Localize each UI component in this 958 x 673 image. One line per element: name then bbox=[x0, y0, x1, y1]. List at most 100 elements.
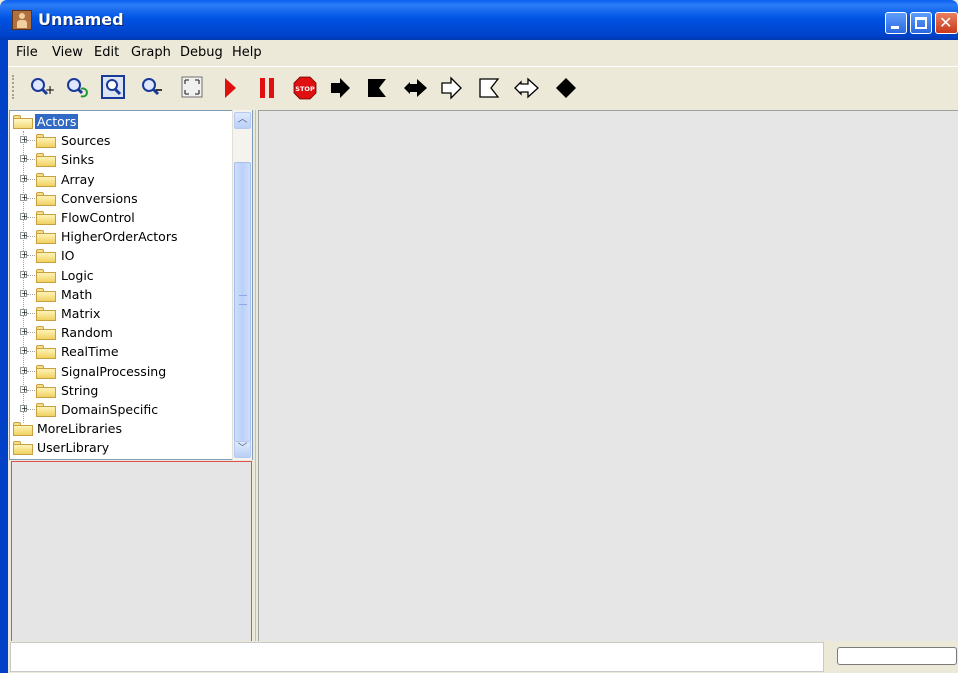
close-button[interactable]: ✕ bbox=[935, 12, 958, 34]
stop-button[interactable]: STOP bbox=[292, 75, 318, 101]
expand-icon[interactable]: + bbox=[20, 136, 28, 144]
stop-icon: STOP bbox=[293, 76, 317, 100]
scroll-up-button[interactable]: ︿ bbox=[234, 112, 251, 129]
flag-button[interactable] bbox=[364, 75, 390, 101]
tree-item-domainspecific[interactable]: + DomainSpecific bbox=[10, 400, 230, 419]
tree-item-random[interactable]: + Random bbox=[10, 323, 230, 342]
folder-icon bbox=[13, 115, 33, 129]
tree-item-sinks[interactable]: + Sinks bbox=[10, 150, 230, 169]
folder-icon bbox=[36, 191, 56, 206]
menu-debug[interactable]: Debug bbox=[180, 45, 223, 60]
toolbar: + STOP bbox=[8, 66, 958, 108]
expand-icon[interactable]: + bbox=[20, 289, 28, 297]
folder-icon bbox=[36, 307, 56, 321]
chevron-up-icon: ︿ bbox=[237, 114, 248, 125]
maximize-icon bbox=[915, 17, 927, 29]
tree-item-flowcontrol[interactable]: + FlowControl bbox=[10, 208, 230, 227]
outline-step-icon bbox=[441, 76, 462, 100]
pause-button[interactable] bbox=[255, 75, 281, 101]
expand-icon[interactable]: + bbox=[20, 309, 28, 317]
tree-item-string[interactable]: + String bbox=[10, 381, 230, 400]
folder-icon bbox=[36, 230, 56, 245]
expand-icon[interactable]: + bbox=[20, 232, 28, 240]
menu-help[interactable]: Help bbox=[232, 45, 262, 60]
expand-icon[interactable]: + bbox=[20, 213, 28, 221]
zoom-out-button[interactable] bbox=[139, 75, 165, 101]
menu-bar: File View Edit Graph Debug Help bbox=[8, 41, 958, 65]
expand-icon[interactable]: + bbox=[20, 347, 28, 355]
expand-icon[interactable]: + bbox=[20, 405, 28, 413]
tree-item-label: Sinks bbox=[61, 152, 95, 168]
run-button[interactable] bbox=[218, 75, 244, 101]
tree-item-matrix[interactable]: + Matrix bbox=[10, 304, 230, 323]
expand-icon[interactable]: + bbox=[20, 155, 28, 163]
minimize-button[interactable] bbox=[885, 12, 907, 34]
tree-item-label: Random bbox=[61, 325, 113, 341]
tree-item-label: FlowControl bbox=[61, 210, 135, 225]
tree-item-conversions[interactable]: + Conversions bbox=[10, 189, 230, 208]
tree-item-label: RealTime bbox=[61, 344, 119, 360]
outline-step-button[interactable] bbox=[439, 75, 465, 101]
app-icon[interactable] bbox=[12, 10, 32, 30]
tree-item-userlibrary[interactable]: UserLibrary bbox=[10, 438, 230, 457]
folder-icon bbox=[36, 211, 56, 225]
pause-icon bbox=[260, 78, 274, 98]
expand-icon[interactable]: + bbox=[20, 193, 28, 201]
tree-item-morelibraries[interactable]: MoreLibraries bbox=[10, 419, 230, 438]
expand-icon[interactable]: + bbox=[20, 174, 28, 182]
tree-item-signalprocessing[interactable]: + SignalProcessing bbox=[10, 362, 230, 381]
tree-item-label: UserLibrary bbox=[37, 440, 110, 456]
menu-graph[interactable]: Graph bbox=[131, 45, 171, 60]
tree-item-realtime[interactable]: + RealTime bbox=[10, 342, 230, 361]
title-bar[interactable]: Unnamed ✕ bbox=[0, 0, 958, 40]
tree-item-label: Sources bbox=[61, 133, 111, 149]
scroll-thumb[interactable] bbox=[234, 162, 251, 442]
outline-flag-button[interactable] bbox=[476, 75, 502, 101]
expand-icon[interactable]: + bbox=[20, 251, 28, 259]
actor-library-tree[interactable]: Actors + Sources + Sinks + Array + Conversions + F… bbox=[9, 110, 253, 460]
graph-preview-panel[interactable] bbox=[11, 461, 252, 642]
svg-text:+: + bbox=[45, 83, 54, 97]
stop-icon-text: STOP bbox=[295, 85, 315, 93]
tree-item-label: Conversions bbox=[61, 190, 138, 206]
tree-item-label: Logic bbox=[61, 267, 94, 283]
tree-item-label: Array bbox=[61, 171, 95, 187]
scroll-down-button[interactable]: ﹀ bbox=[234, 441, 251, 458]
outline-double-arrow-button[interactable] bbox=[514, 75, 540, 101]
tree-item-label: SignalProcessing bbox=[61, 363, 167, 379]
folder-icon bbox=[36, 287, 56, 302]
menu-file[interactable]: File bbox=[16, 45, 38, 60]
tree-item-label: String bbox=[61, 382, 99, 398]
tree-item-array[interactable]: + Array bbox=[10, 170, 230, 189]
status-message bbox=[10, 642, 824, 672]
graph-canvas[interactable] bbox=[258, 110, 958, 641]
full-screen-icon bbox=[181, 76, 203, 98]
folder-icon bbox=[36, 383, 56, 398]
tree-item-sources[interactable]: + Sources bbox=[10, 131, 230, 150]
tree-item-higherorderactors[interactable]: + HigherOrderActors bbox=[10, 227, 230, 246]
folder-icon bbox=[36, 326, 56, 341]
tree-root-actors[interactable]: Actors bbox=[10, 112, 230, 131]
expand-icon[interactable]: + bbox=[20, 366, 28, 374]
zoom-reset-button[interactable] bbox=[64, 75, 90, 101]
zoom-in-button[interactable]: + bbox=[28, 75, 54, 101]
tree-item-label: Actors bbox=[35, 114, 79, 129]
full-screen-button[interactable] bbox=[180, 75, 206, 101]
expand-icon[interactable]: + bbox=[20, 270, 28, 278]
expand-icon[interactable]: + bbox=[20, 385, 28, 393]
menu-view[interactable]: View bbox=[52, 45, 83, 60]
menu-edit[interactable]: Edit bbox=[94, 45, 119, 60]
step-forward-button[interactable] bbox=[328, 75, 354, 101]
zoom-fit-button[interactable] bbox=[101, 75, 127, 101]
folder-icon bbox=[13, 422, 33, 437]
tree-item-math[interactable]: + Math bbox=[10, 285, 230, 304]
tree-item-logic[interactable]: + Logic bbox=[10, 266, 230, 285]
zoom-in-icon: + bbox=[31, 78, 54, 97]
toolbar-grip[interactable] bbox=[12, 75, 17, 99]
expand-icon[interactable]: + bbox=[20, 328, 28, 336]
double-arrow-button[interactable] bbox=[403, 75, 429, 101]
tree-scrollbar[interactable]: ︿ ﹀ bbox=[232, 110, 252, 460]
tree-item-io[interactable]: + IO bbox=[10, 246, 230, 265]
diamond-button[interactable] bbox=[553, 75, 579, 101]
maximize-button[interactable] bbox=[910, 12, 932, 34]
